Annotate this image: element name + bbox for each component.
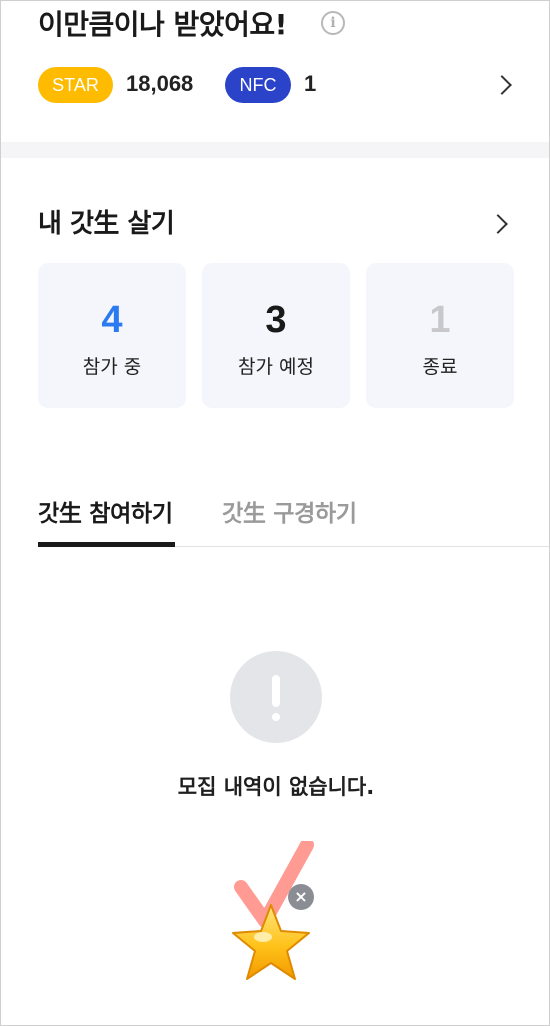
stat-label: 종료 [422, 356, 458, 378]
stat-value: 1 [429, 299, 451, 341]
tab-browse[interactable]: 갓生 구경하기 [222, 494, 357, 528]
nfc-badge: NFC [225, 67, 291, 103]
stat-value: 4 [101, 299, 123, 341]
chevron-right-icon[interactable] [488, 214, 508, 234]
close-icon[interactable]: × [288, 884, 314, 910]
my-challenges-title: 내 갓生 살기 [38, 209, 175, 239]
info-icon[interactable]: i [321, 11, 345, 35]
stat-card-participating[interactable]: 4 참가 중 [38, 263, 186, 408]
stat-label: 참가 중 [82, 356, 142, 378]
stat-card-upcoming[interactable]: 3 참가 예정 [202, 263, 350, 408]
section-divider [1, 142, 549, 158]
stat-value: 3 [265, 299, 287, 341]
stat-card-ended[interactable]: 1 종료 [366, 263, 514, 408]
star-count: 18,068 [126, 71, 194, 96]
star-check-icon[interactable] [223, 838, 323, 991]
stat-label: 참가 예정 [238, 356, 314, 378]
reward-title: 이만큼이나 받았어요! [38, 8, 287, 41]
nfc-count: 1 [304, 71, 317, 96]
empty-message: 모집 내역이 없습니다. [177, 775, 375, 799]
exclamation-icon [230, 651, 322, 743]
active-tab-indicator [38, 542, 175, 547]
screen: 이만큼이나 받았어요! i STAR 18,068 NFC 1 내 갓生 살기 … [0, 0, 550, 1026]
star-badge: STAR [38, 67, 113, 103]
chevron-right-icon[interactable] [492, 75, 512, 95]
tab-join[interactable]: 갓生 참여하기 [38, 494, 173, 528]
